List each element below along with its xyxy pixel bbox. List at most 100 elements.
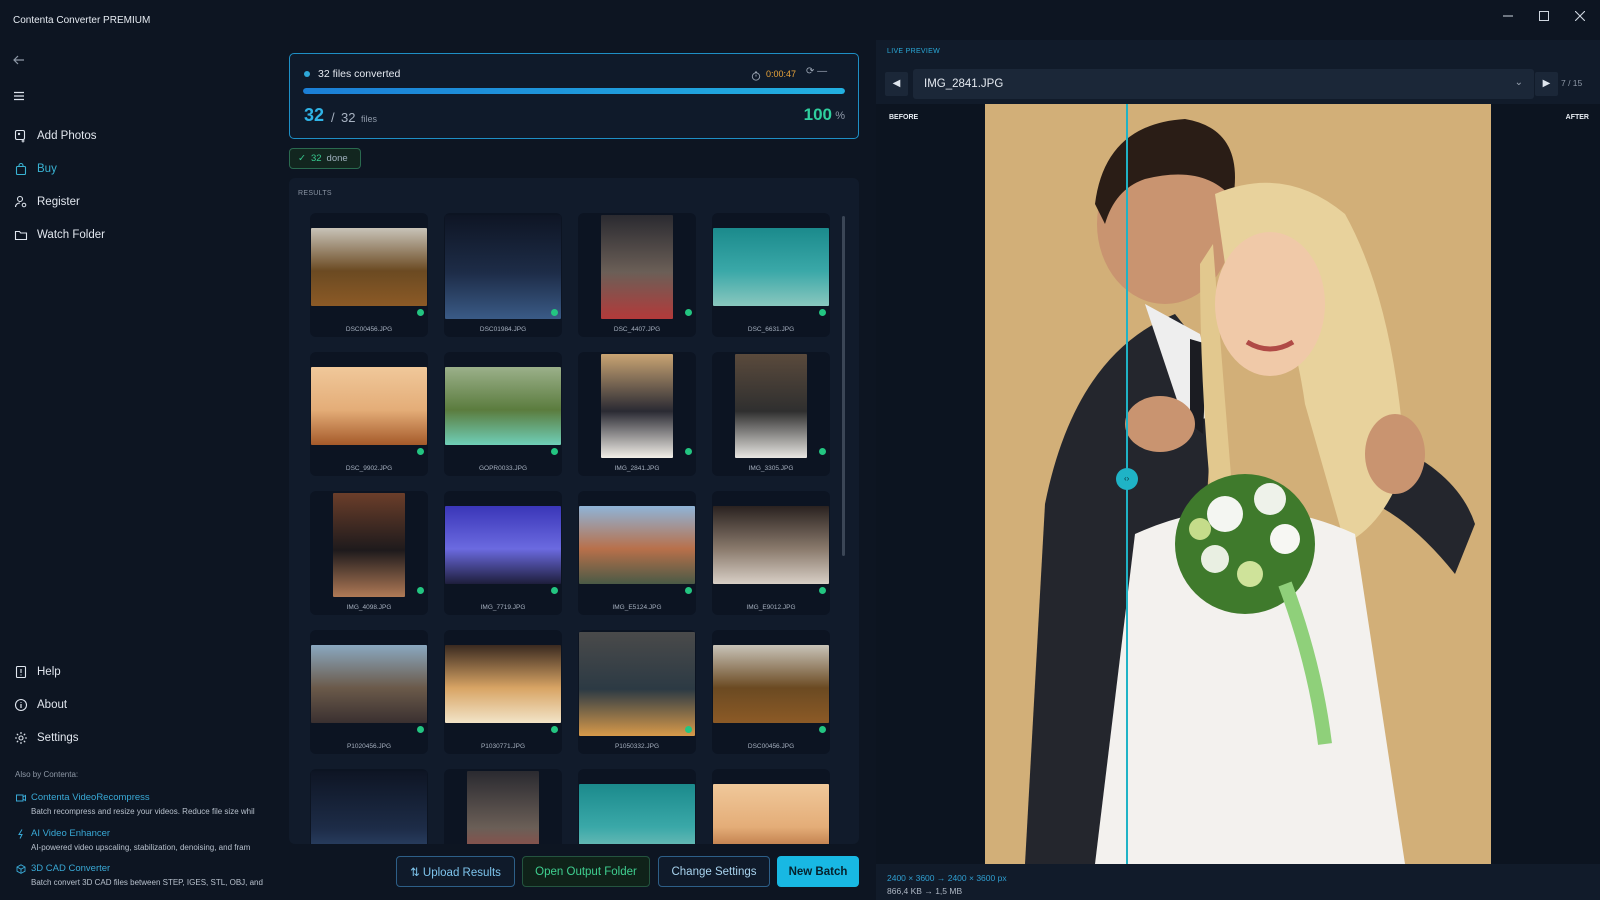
sidebar-item-add-photos[interactable]: Add Photos	[14, 125, 96, 147]
thumbnail-frame	[712, 769, 830, 844]
wedding-couple-illustration	[985, 104, 1491, 864]
result-tile[interactable]: IMG_E5124.JPG	[578, 491, 696, 615]
after-label: AFTER	[1565, 114, 1589, 121]
result-tile[interactable]: IMG_E9012.JPG	[712, 491, 830, 615]
converted-status-dot	[551, 587, 558, 594]
results-scrollbar[interactable]	[842, 216, 845, 556]
thumbnail-image	[311, 645, 427, 723]
promo-video-recompress[interactable]: Contenta VideoRecompress Batch recompres…	[16, 792, 262, 816]
thumbnail-image	[735, 354, 807, 458]
comparison-handle[interactable]: ‹›	[1115, 468, 1138, 490]
result-tile[interactable]: IMG_4098.JPG	[310, 491, 428, 615]
converted-status-dot	[819, 587, 826, 594]
thumbnail-frame	[310, 491, 428, 599]
converted-status-dot	[685, 448, 692, 455]
promo-3d-cad-converter[interactable]: 3D CAD Converter Batch convert 3D CAD fi…	[16, 863, 263, 887]
converted-status-dot	[417, 309, 424, 316]
thumbnail-image	[311, 367, 427, 445]
result-tile[interactable]	[444, 769, 562, 844]
arrow-left-icon[interactable]	[12, 53, 26, 67]
file-name: DSC_4407.JPG	[613, 326, 661, 333]
file-name: IMG_E5124.JPG	[612, 604, 662, 611]
close-icon[interactable]	[1568, 5, 1592, 29]
converted-status-dot	[417, 587, 424, 594]
sidebar-item-label: About	[37, 699, 68, 711]
minimize-icon[interactable]	[1496, 5, 1520, 29]
thumbnail-image	[601, 354, 673, 458]
result-tile[interactable]: IMG_7719.JPG	[444, 491, 562, 615]
preview-counter: 7 / 15	[1561, 78, 1583, 88]
thumbnail-frame	[578, 213, 696, 321]
result-tile[interactable]: P1030771.JPG	[444, 630, 562, 754]
hamburger-icon[interactable]	[12, 89, 26, 103]
upload-results-button[interactable]: ⇅ Upload Results	[396, 856, 515, 887]
previous-image-button[interactable]: ◀	[885, 72, 908, 96]
converted-status-dot	[819, 448, 826, 455]
result-tile[interactable]	[578, 769, 696, 844]
result-tile[interactable]: P1020456.JPG	[310, 630, 428, 754]
file-name: IMG_3305.JPG	[748, 465, 794, 472]
result-tile[interactable]: DSC01984.JPG	[444, 213, 562, 337]
thumbnail-frame	[310, 769, 428, 844]
converted-status-dot	[685, 587, 692, 594]
also-by-title: Also by Contenta:	[15, 770, 79, 779]
thumbnail-image	[713, 784, 829, 844]
preview-file-select[interactable]: IMG_2841.JPG ⌄	[913, 69, 1534, 99]
sidebar-item-buy[interactable]: Buy	[14, 158, 57, 180]
thumbnail-frame	[444, 352, 562, 460]
sidebar-item-watch-folder[interactable]: Watch Folder	[14, 224, 105, 246]
thumbnail-image	[713, 228, 829, 306]
file-name: IMG_7719.JPG	[480, 604, 526, 611]
thumbnail-image	[579, 506, 695, 584]
promo-desc: Batch recompress and resize your videos.…	[31, 807, 255, 816]
shopping-bag-icon	[14, 162, 28, 176]
result-tile[interactable]: IMG_3305.JPG	[712, 352, 830, 476]
converted-status-dot	[685, 309, 692, 316]
result-tile[interactable]	[712, 769, 830, 844]
thumbnail-frame	[578, 352, 696, 460]
result-tile[interactable]: DSC_6631.JPG	[712, 213, 830, 337]
thumbnail-image	[579, 632, 695, 736]
thumbnail-image	[601, 215, 673, 319]
promo-ai-video-enhancer[interactable]: AI Video Enhancer AI-powered video upsca…	[16, 828, 262, 852]
sidebar-item-help[interactable]: Help	[14, 661, 61, 683]
thumbnail-frame	[444, 491, 562, 599]
result-tile[interactable]: GOPR0033.JPG	[444, 352, 562, 476]
change-settings-button[interactable]: Change Settings	[658, 856, 770, 887]
new-batch-button[interactable]: New Batch	[777, 856, 859, 887]
result-tile[interactable]	[310, 769, 428, 844]
result-tile[interactable]: P1050332.JPG	[578, 630, 696, 754]
sparkle-icon	[16, 828, 26, 839]
done-badge[interactable]: ✓ 32 done	[289, 148, 361, 169]
open-output-folder-button[interactable]: Open Output Folder	[522, 856, 650, 887]
result-tile[interactable]: DSC_4407.JPG	[578, 213, 696, 337]
promo-title: AI Video Enhancer	[31, 828, 111, 839]
file-name: DSC00456.JPG	[747, 743, 795, 750]
done-badge-count: 32	[310, 153, 322, 164]
thumbnail-frame	[712, 630, 830, 738]
sidebar-item-label: Help	[37, 666, 61, 678]
next-image-button[interactable]: ▶	[1535, 72, 1558, 96]
result-tile[interactable]: IMG_2841.JPG	[578, 352, 696, 476]
thumbnail-image	[713, 506, 829, 584]
progress-extra-controls[interactable]: ⟳ —	[806, 66, 827, 77]
maximize-icon[interactable]	[1532, 5, 1556, 29]
comparison-stage[interactable]: BEFORE AFTER ‹›	[876, 104, 1600, 864]
sidebar-item-label: Register	[37, 196, 80, 208]
sidebar-item-about[interactable]: About	[14, 694, 67, 716]
image-file-sizes: 866,4 KB → 1,5 MB	[887, 886, 963, 896]
live-preview-panel: LIVE PREVIEW ◀ IMG_2841.JPG ⌄ ▶ 7 / 15 B…	[876, 40, 1600, 900]
thumbnail-image	[445, 367, 561, 445]
status-dot	[304, 71, 310, 77]
result-tile[interactable]: DSC00456.JPG	[310, 213, 428, 337]
help-book-icon	[14, 665, 28, 679]
result-tile[interactable]: DSC00456.JPG	[712, 630, 830, 754]
live-preview-label: LIVE PREVIEW	[887, 48, 941, 55]
sidebar-item-label: Add Photos	[37, 130, 97, 142]
sidebar-item-register[interactable]: Register	[14, 191, 80, 213]
sidebar-item-settings[interactable]: Settings	[14, 727, 79, 749]
results-label: RESULTS	[298, 190, 332, 197]
count-unit: files	[361, 114, 378, 124]
progress-bar	[303, 88, 845, 94]
result-tile[interactable]: DSC_9902.JPG	[310, 352, 428, 476]
